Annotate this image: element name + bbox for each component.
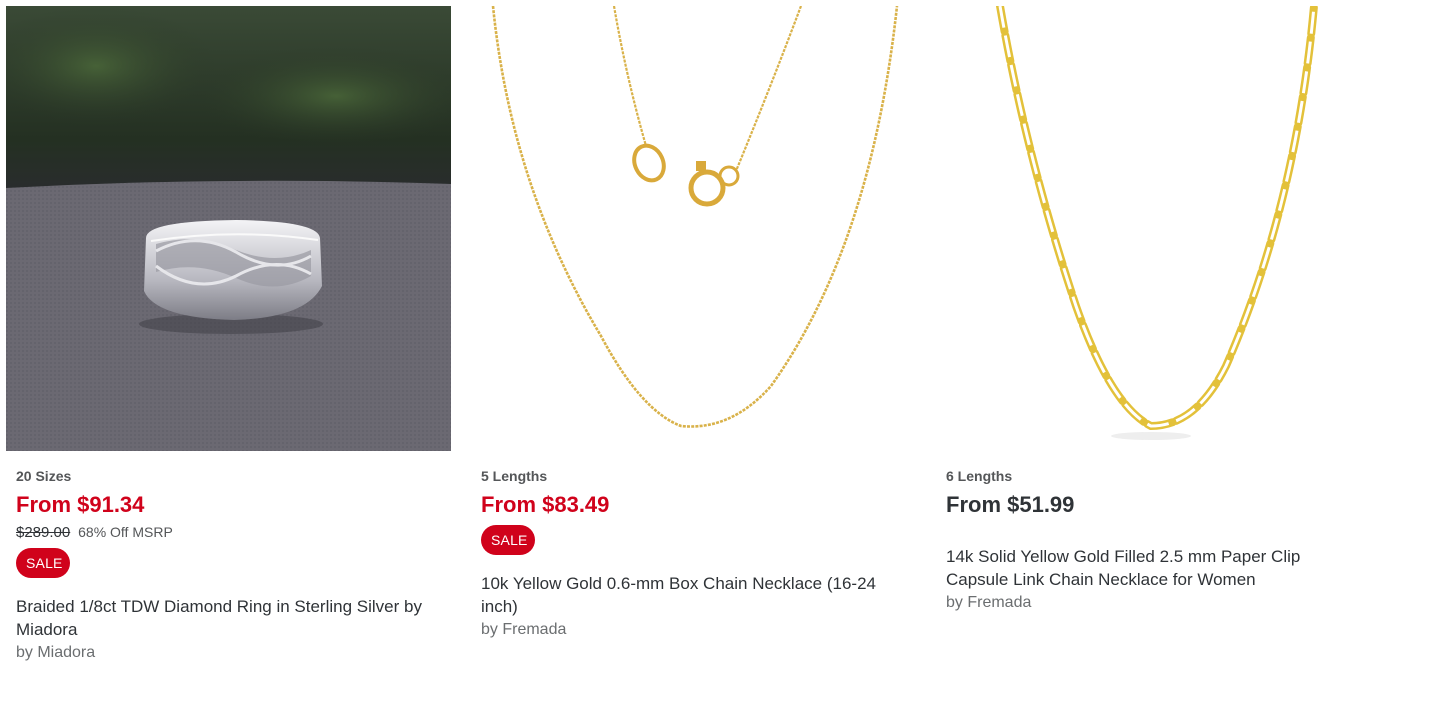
sale-badge: SALE — [481, 525, 535, 555]
product-image-link[interactable] — [6, 6, 451, 451]
product-card[interactable]: 6 Lengths From $51.99 14k Solid Yellow G… — [936, 6, 1381, 614]
product-card[interactable]: 5 Lengths From $83.49 SALE 10k Yellow Go… — [471, 6, 916, 641]
msrp-row: $289.00 68% Off MSRP — [16, 523, 441, 541]
variant-count: 6 Lengths — [946, 468, 1013, 484]
product-image-link[interactable] — [936, 6, 1381, 451]
product-title-link[interactable]: 14k Solid Yellow Gold Filled 2.5 mm Pape… — [946, 545, 1366, 591]
msrp-price: $289.00 — [16, 524, 71, 541]
product-image-link[interactable] — [471, 6, 916, 451]
product-title-link[interactable]: 10k Yellow Gold 0.6-mm Box Chain Necklac… — [481, 572, 901, 618]
variant-count: 20 Sizes — [16, 468, 72, 484]
product-brand: by Fremada — [946, 594, 1032, 611]
product-price: From $51.99 — [946, 492, 1075, 517]
diamond-ring-image — [6, 6, 451, 451]
product-grid: 20 Sizes From $91.34 $289.00 68% Off MSR… — [0, 0, 1438, 713]
box-chain-necklace-image — [471, 6, 916, 451]
variant-count: 5 Lengths — [481, 468, 548, 484]
product-brand: by Fremada — [481, 621, 567, 638]
paper-clip-chain-necklace-image — [936, 6, 1381, 451]
product-title-link[interactable]: Braided 1/8ct TDW Diamond Ring in Sterli… — [16, 595, 436, 641]
product-price: From $91.34 — [16, 492, 145, 517]
product-brand: by Miadora — [16, 644, 96, 661]
product-price: From $83.49 — [481, 492, 610, 517]
discount-text: 68% Off MSRP — [78, 524, 173, 540]
sale-badge: SALE — [16, 548, 70, 578]
product-card[interactable]: 20 Sizes From $91.34 $289.00 68% Off MSR… — [6, 6, 451, 664]
